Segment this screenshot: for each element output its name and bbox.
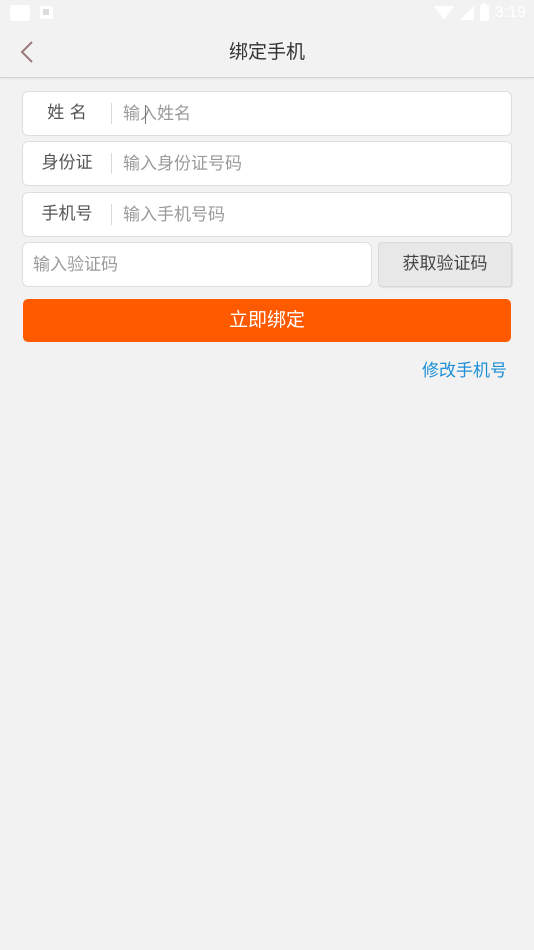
battery-icon xyxy=(479,3,489,21)
verification-code-input[interactable] xyxy=(33,243,363,286)
get-code-button[interactable]: 获取验证码 xyxy=(378,242,512,287)
name-row: 姓 名 xyxy=(22,91,512,136)
status-bar: 3:19 xyxy=(0,0,534,26)
change-phone-link[interactable]: 修改手机号 xyxy=(422,358,507,384)
name-input[interactable] xyxy=(123,92,503,135)
divider xyxy=(111,103,112,124)
phone-input[interactable] xyxy=(123,193,503,236)
back-button[interactable] xyxy=(12,36,44,68)
divider xyxy=(111,204,112,225)
id-card-row: 身份证 xyxy=(22,141,512,186)
app-header: 绑定手机 xyxy=(0,26,534,78)
wifi-icon xyxy=(433,6,454,20)
page-title: 绑定手机 xyxy=(228,41,305,63)
text-cursor xyxy=(145,105,146,124)
name-label: 姓 名 xyxy=(47,103,87,123)
chevron-left-icon xyxy=(20,41,33,63)
bind-now-button[interactable]: 立即绑定 xyxy=(23,299,511,342)
phone-label: 手机号 xyxy=(41,204,93,224)
status-icons: 3:19 xyxy=(433,2,526,24)
id-card-label: 身份证 xyxy=(41,153,93,173)
divider xyxy=(111,153,112,174)
signal-icon xyxy=(459,6,474,20)
id-card-input[interactable] xyxy=(123,142,503,185)
notification-icon xyxy=(10,5,30,21)
status-time: 3:19 xyxy=(494,4,526,21)
code-row xyxy=(22,242,372,287)
notification-icon xyxy=(40,6,53,19)
phone-row: 手机号 xyxy=(22,192,512,237)
